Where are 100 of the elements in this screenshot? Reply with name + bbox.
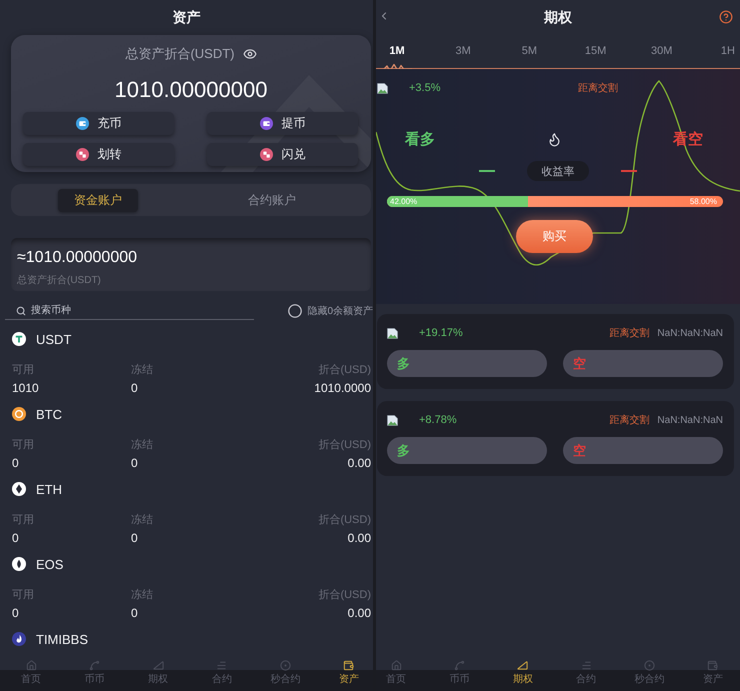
nav-tab[interactable]: 资产 bbox=[692, 657, 733, 691]
balance-caption: 总资产折合(USDT) bbox=[17, 274, 101, 288]
change-percent: +19.17% bbox=[419, 327, 463, 339]
lines-icon bbox=[216, 660, 228, 671]
page-title: 期权 bbox=[544, 8, 572, 26]
total-assets-value: 1010.00000000 bbox=[114, 77, 268, 103]
action-button[interactable]: 充币 bbox=[23, 112, 174, 135]
long-share: 42.00% bbox=[390, 196, 418, 207]
countdown-label: 距离交割 bbox=[609, 414, 650, 427]
diamond-coin-icon bbox=[12, 482, 26, 496]
total-assets-label: 总资产折合(USDT) bbox=[125, 46, 235, 62]
column-value: 0.00 bbox=[348, 606, 371, 620]
circle-dot-icon bbox=[280, 660, 291, 671]
nav-tab[interactable]: 首页 bbox=[376, 657, 416, 691]
search-field[interactable]: 搜索币种 bbox=[5, 302, 254, 320]
dash-icon bbox=[621, 170, 637, 172]
column-value: 0 bbox=[131, 531, 138, 545]
curve-icon bbox=[454, 660, 465, 671]
change-percent: +3.5% bbox=[409, 82, 440, 94]
period-tab[interactable]: 30M bbox=[650, 40, 673, 62]
coin-name: USDT bbox=[36, 332, 72, 346]
hide-zero-toggle[interactable]: 隐藏0余额资产 bbox=[288, 303, 373, 319]
help-icon[interactable] bbox=[719, 10, 733, 24]
action-button[interactable]: 提币 bbox=[207, 112, 358, 135]
eye-icon[interactable] bbox=[242, 47, 257, 61]
long-label: 看多 bbox=[405, 130, 435, 148]
home-icon bbox=[390, 660, 402, 671]
flame-coin-icon bbox=[12, 632, 26, 646]
column-label: 折合(USD) bbox=[318, 362, 371, 376]
column-label: 冻结 bbox=[131, 512, 153, 526]
nav-tab[interactable]: 合约 bbox=[566, 657, 606, 691]
column-label: 冻结 bbox=[131, 438, 153, 452]
column-label: 可用 bbox=[12, 512, 34, 526]
rate-label: 收益率 bbox=[527, 161, 589, 181]
balance-value: ≈1010.00000000 bbox=[17, 248, 138, 268]
account-tab[interactable]: 资金账户 bbox=[58, 188, 138, 212]
long-button[interactable]: 多 bbox=[387, 350, 547, 377]
nav-tab[interactable]: 币币 bbox=[74, 657, 115, 691]
column-label: 折合(USD) bbox=[318, 512, 371, 526]
column-value: 0.00 bbox=[348, 456, 371, 470]
coin-name: TIMIBBS bbox=[36, 632, 88, 646]
lines-icon bbox=[580, 660, 592, 671]
column-value: 1010.0000 bbox=[314, 381, 371, 395]
nav-tab[interactable]: 首页 bbox=[11, 657, 51, 691]
search-icon bbox=[16, 306, 26, 316]
broken-image-icon bbox=[377, 82, 388, 94]
page-title: 资产 bbox=[172, 8, 200, 26]
circle-dot-icon bbox=[644, 660, 656, 671]
column-value: 0 bbox=[131, 606, 138, 620]
column-label: 折合(USD) bbox=[318, 438, 371, 452]
column-label: 冻结 bbox=[131, 362, 153, 376]
wallet-icon bbox=[343, 660, 354, 671]
home-icon bbox=[26, 660, 36, 671]
countdown-timer: NaN:NaN:NaN bbox=[657, 328, 723, 338]
short-button[interactable]: 空 bbox=[563, 350, 723, 377]
nav-tab[interactable]: 秒合约 bbox=[630, 657, 670, 691]
buy-button[interactable]: 购买 bbox=[516, 220, 593, 253]
action-button[interactable]: 闪兑 bbox=[207, 143, 358, 166]
countdown-label: 距离交割 bbox=[578, 82, 618, 95]
column-value: 0 bbox=[131, 456, 138, 470]
wallet-icon bbox=[707, 660, 718, 671]
ring-coin-icon bbox=[12, 407, 26, 421]
coin-name: EOS bbox=[36, 556, 64, 572]
column-label: 冻结 bbox=[131, 588, 153, 602]
action-button[interactable]: 划转 bbox=[23, 143, 174, 166]
nav-tab[interactable]: 资产 bbox=[328, 657, 369, 691]
drop-coin-icon bbox=[12, 557, 26, 571]
nav-tab[interactable]: 秒合约 bbox=[265, 657, 306, 691]
nav-tab[interactable]: 合约 bbox=[202, 657, 242, 691]
countdown-label: 距离交割 bbox=[609, 326, 650, 340]
long-button[interactable]: 多 bbox=[387, 437, 547, 464]
period-tab[interactable]: 15M bbox=[584, 40, 607, 62]
broken-image-icon bbox=[387, 328, 398, 338]
coin-name: BTC bbox=[36, 406, 62, 422]
period-tab[interactable]: 3M bbox=[452, 40, 474, 62]
column-label: 可用 bbox=[12, 438, 34, 452]
column-value: 0 bbox=[131, 381, 138, 395]
coin-name: ETH bbox=[36, 482, 62, 496]
dash-icon bbox=[479, 170, 495, 172]
short-share: 58.00% bbox=[690, 196, 717, 207]
period-tab[interactable]: 5M bbox=[518, 40, 540, 62]
flame-icon bbox=[546, 132, 562, 146]
countdown-timer: NaN:NaN:NaN bbox=[657, 414, 723, 426]
triangle-icon bbox=[152, 660, 164, 671]
change-percent: +8.78% bbox=[419, 414, 457, 426]
nav-tab[interactable]: 期权 bbox=[138, 657, 178, 691]
curve-icon bbox=[89, 660, 100, 671]
column-value: 0 bbox=[12, 531, 19, 545]
period-tab[interactable]: 1H bbox=[716, 40, 739, 62]
t-symbol-coin-icon bbox=[12, 332, 26, 346]
column-label: 可用 bbox=[12, 362, 34, 376]
column-value: 0 bbox=[12, 606, 19, 620]
column-value: 0 bbox=[12, 456, 19, 470]
nav-tab[interactable]: 币币 bbox=[439, 657, 480, 691]
triangle-icon bbox=[517, 660, 528, 671]
short-button[interactable]: 空 bbox=[563, 437, 723, 464]
nav-tab[interactable]: 期权 bbox=[502, 657, 543, 691]
column-label: 可用 bbox=[12, 588, 34, 602]
account-tab[interactable]: 合约账户 bbox=[232, 188, 312, 212]
column-label: 折合(USD) bbox=[318, 588, 371, 602]
